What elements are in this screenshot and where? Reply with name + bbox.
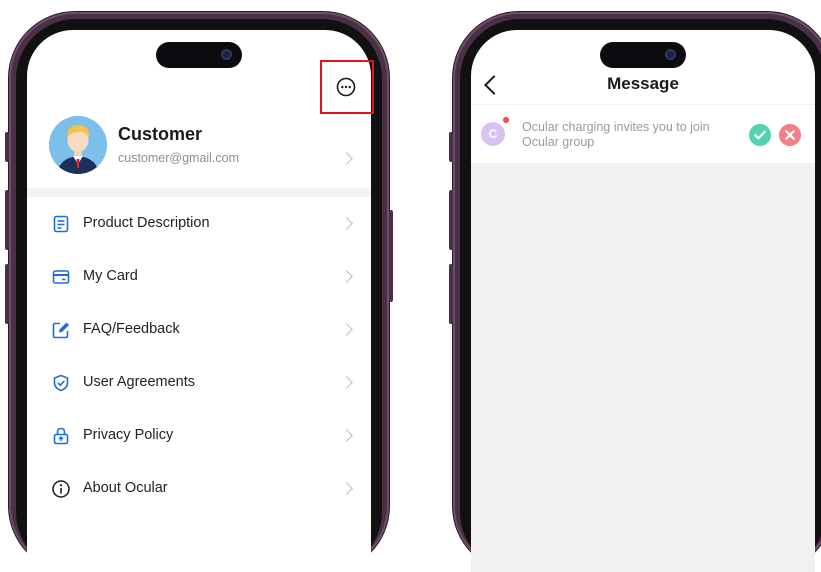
- section-divider: [27, 188, 371, 197]
- sender-avatar: C: [481, 122, 505, 146]
- chevron-right-icon: [340, 217, 353, 230]
- profile-header[interactable]: Customer customer@gmail.com: [27, 114, 371, 194]
- profile-email: customer@gmail.com: [118, 151, 240, 165]
- edit-icon: [52, 322, 69, 339]
- side-button-volume-down: [5, 264, 9, 324]
- accept-check-icon[interactable]: [749, 124, 771, 146]
- menu-label: My Card: [83, 268, 138, 284]
- menu-label: FAQ/Feedback: [83, 321, 180, 337]
- menu-item-privacy-policy[interactable]: Privacy Policy: [27, 409, 371, 462]
- phone-frame-right: Message C Ocular charging invites you to…: [449, 12, 821, 572]
- side-button-silent: [449, 132, 453, 162]
- menu-label: Product Description: [83, 215, 210, 231]
- settings-menu: Product Description My Card FAQ/Feedback: [27, 197, 371, 515]
- message-text: Ocular charging invites you to join Ocul…: [522, 120, 710, 149]
- list-background: [471, 162, 815, 572]
- menu-item-user-agreements[interactable]: User Agreements: [27, 356, 371, 409]
- chevron-right-icon: [340, 482, 353, 495]
- menu-label: User Agreements: [83, 374, 196, 390]
- side-button-volume-down: [449, 264, 453, 324]
- menu-label: About Ocular: [83, 480, 168, 496]
- side-button-power: [389, 210, 393, 302]
- info-icon: [52, 480, 70, 498]
- menu-label: Privacy Policy: [83, 427, 174, 443]
- side-button-volume-up: [449, 190, 453, 250]
- reject-close-icon[interactable]: [779, 124, 801, 146]
- message-item[interactable]: C Ocular charging invites you to join Oc…: [471, 104, 815, 163]
- profile-name: Customer: [118, 124, 203, 144]
- menu-item-product-description[interactable]: Product Description: [27, 197, 371, 250]
- menu-item-my-card[interactable]: My Card: [27, 250, 371, 303]
- highlight-box: [320, 60, 374, 114]
- shield-check-icon: [53, 374, 69, 392]
- dynamic-island: [156, 42, 242, 68]
- chevron-right-icon: [340, 152, 353, 165]
- dynamic-island: [600, 42, 686, 68]
- lock-icon: [53, 427, 69, 445]
- chevron-right-icon: [340, 376, 353, 389]
- side-button-silent: [5, 132, 9, 162]
- menu-item-about-ocular[interactable]: About Ocular: [27, 462, 371, 515]
- camera-icon: [665, 49, 676, 60]
- chevron-right-icon: [340, 270, 353, 283]
- chevron-right-icon: [340, 323, 353, 336]
- card-icon: [52, 270, 70, 284]
- menu-item-faq-feedback[interactable]: FAQ/Feedback: [27, 303, 371, 356]
- page-title: Message: [607, 74, 679, 93]
- document-icon: [53, 215, 69, 233]
- message-screen: Message C Ocular charging invites you to…: [471, 30, 815, 572]
- chevron-right-icon: [340, 429, 353, 442]
- camera-icon: [221, 49, 232, 60]
- unread-dot: [503, 117, 509, 123]
- side-button-volume-up: [5, 190, 9, 250]
- avatar: [49, 116, 107, 174]
